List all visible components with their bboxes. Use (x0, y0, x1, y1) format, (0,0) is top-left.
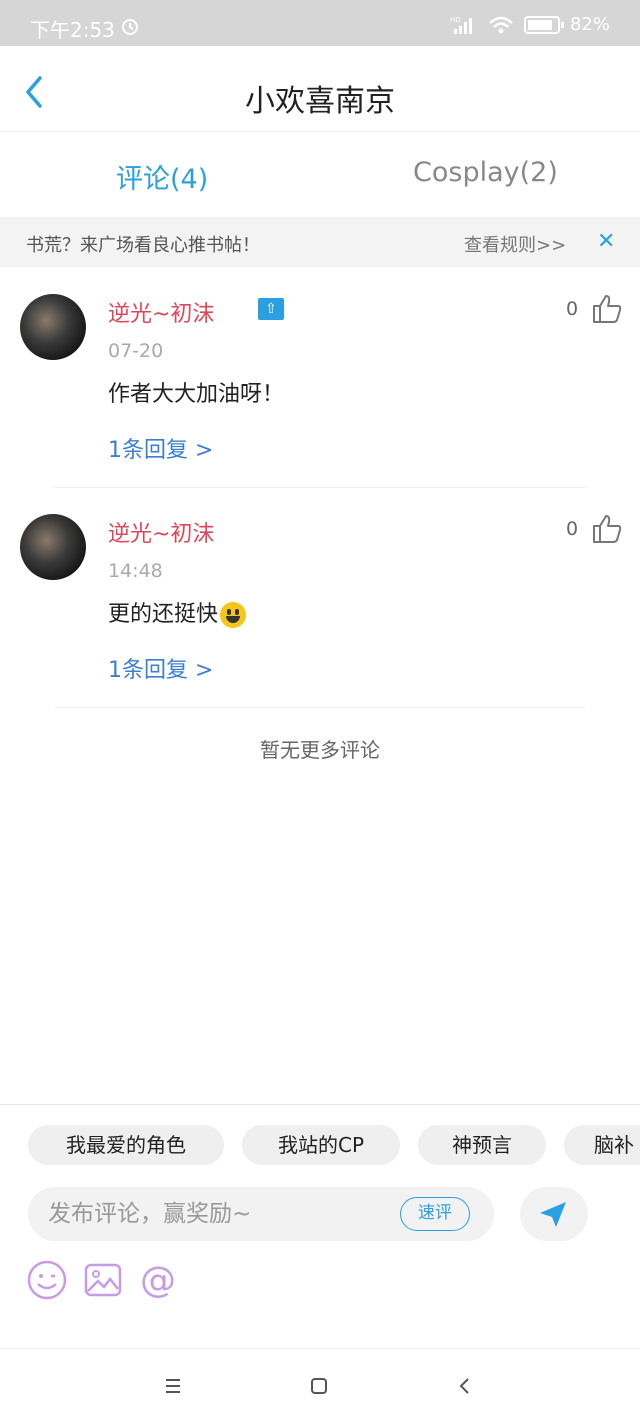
view-rules-link[interactable]: 查看规则>> (464, 231, 566, 257)
quick-tag-chip[interactable]: 脑补 (564, 1125, 640, 1165)
quick-tag-chip[interactable]: 神预言 (418, 1125, 546, 1165)
top-badge-icon: ⇧ (258, 298, 284, 320)
at-icon[interactable]: @ (138, 1259, 180, 1301)
menu-icon[interactable] (158, 1371, 188, 1401)
notice-text: 书荒？来广场看良心推书帖！ (26, 235, 260, 256)
comment-username[interactable]: 逆光~初沫 (108, 296, 214, 328)
send-icon (540, 1202, 566, 1227)
comment-input[interactable] (48, 1187, 388, 1241)
network-label: HD (450, 16, 461, 24)
tab-comments[interactable]: 评论(4) (116, 157, 208, 196)
comment-item: 逆光~初沫 14:48 更的还挺快 1条回复 > 0 (0, 488, 640, 708)
replies-link[interactable]: 1条回复 > (108, 432, 213, 464)
no-more-comments: 暂无更多评论 (260, 738, 380, 762)
signal-icon: HD (450, 16, 472, 34)
tab-cosplay[interactable]: Cosplay(2) (413, 157, 558, 188)
comment-content: 更的还挺快 (108, 596, 247, 628)
home-icon[interactable] (304, 1371, 334, 1401)
wifi-icon (489, 16, 513, 33)
comment-date: 07-20 (108, 340, 164, 362)
comment-input-box: 速评 (28, 1187, 494, 1241)
image-icon[interactable] (82, 1259, 124, 1301)
status-icons: HD 82% (450, 14, 610, 35)
quick-comment-button[interactable]: 速评 (400, 1197, 470, 1231)
avatar[interactable] (20, 514, 86, 580)
quick-tag-chip[interactable]: 我站的CP (242, 1125, 400, 1165)
page-title: 小欢喜南京 (245, 84, 395, 119)
replies-link[interactable]: 1条回复 > (108, 652, 213, 684)
quick-tag-list: 我最爱的角色 我站的CP 神预言 脑补 (0, 1125, 640, 1165)
battery-icon (523, 15, 564, 34)
comment-username[interactable]: 逆光~初沫 (108, 516, 214, 548)
status-bar: 下午2:53 HD 82% (0, 0, 640, 46)
tab-bar: 评论(4) Cosplay(2) (0, 133, 640, 217)
comment-date: 14:48 (108, 560, 163, 582)
alarm-icon (122, 19, 138, 35)
comment-content: 作者大大加油呀！ (108, 382, 285, 407)
thumbs-up-icon[interactable] (590, 292, 624, 326)
comment-text: 更的还挺快 (108, 602, 219, 627)
smiley-emoji-icon (220, 602, 247, 628)
header: 小欢喜南京 (0, 46, 640, 132)
thumbs-up-icon[interactable] (590, 512, 624, 546)
comment-item: 逆光~初沫 ⇧ 07-20 作者大大加油呀！ 1条回复 > 0 (0, 268, 640, 488)
back-nav-icon[interactable] (450, 1371, 480, 1401)
quick-tag-chip[interactable]: 我最爱的角色 (28, 1125, 224, 1165)
avatar[interactable] (20, 294, 86, 360)
battery-level: 82% (569, 14, 610, 35)
status-time: 下午2:53 (30, 18, 115, 42)
send-button[interactable] (520, 1187, 588, 1241)
svg-text:@: @ (140, 1260, 176, 1301)
notice-banner: 书荒？来广场看良心推书帖！ 查看规则>> ✕ (0, 217, 640, 267)
like-count: 0 (566, 298, 579, 320)
comment-composer: 我最爱的角色 我站的CP 神预言 脑补 速评 @ (0, 1104, 640, 1348)
emoji-icon[interactable] (26, 1259, 68, 1301)
system-nav-bar (0, 1348, 640, 1422)
divider (54, 707, 586, 708)
like-count: 0 (566, 518, 579, 540)
close-icon[interactable]: ✕ (597, 229, 615, 254)
